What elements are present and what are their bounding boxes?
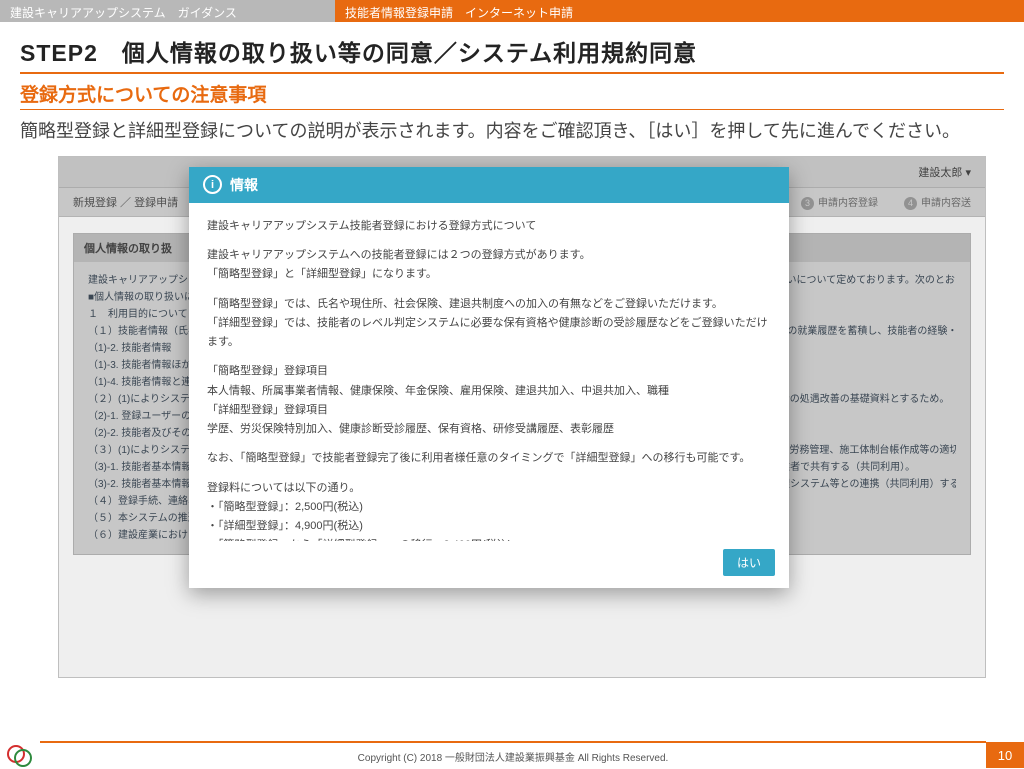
yes-button[interactable]: はい [723, 549, 775, 576]
info-icon: i [203, 175, 222, 194]
modal-body: 建設キャリアアップシステム技能者登録における登録方式について建設キャリアアップシ… [189, 203, 789, 541]
user-menu[interactable]: 建設太郎 ▾ [918, 164, 971, 180]
topbar-right: 技能者情報登録申請 インターネット申請 [335, 0, 1024, 22]
modal-paragraph: 建設キャリアアップシステム技能者登録における登録方式について [207, 217, 771, 236]
page-number: 10 [986, 742, 1024, 768]
lead-text: 簡略型登録と詳細型登録についての説明が表示されます。内容をご確認頂き、［はい］を… [20, 118, 1004, 146]
sub-title: 登録方式についての注意事項 [20, 80, 1004, 110]
wizard-step: 3 申請内容登録 [801, 194, 878, 210]
page-footer: Copyright (C) 2018 一般財団法人建設業振興基金 All Rig… [0, 742, 1024, 768]
modal-paragraph: 「簡略型登録」登録項目 本人情報、所属事業者情報、健康保険、年金保険、雇用保険、… [207, 362, 771, 439]
wizard-step: 4 申請内容送 [904, 194, 971, 210]
step-num-icon: 3 [801, 197, 814, 210]
modal-paragraph: なお、「簡略型登録」で技能者登録完了後に利用者様任意のタイミングで「詳細型登録」… [207, 449, 771, 468]
modal-title: 情報 [230, 175, 258, 195]
topbar-left: 建設キャリアアップシステム ガイダンス [0, 0, 335, 22]
step-title: STEP2 個人情報の取り扱い等の同意／システム利用規約同意 [20, 34, 1004, 74]
modal-footer: はい [189, 541, 789, 588]
info-modal: i 情報 建設キャリアアップシステム技能者登録における登録方式について建設キャリ… [189, 167, 789, 588]
modal-paragraph: 登録料については以下の通り。 ・「簡略型登録」：2,500円(税込) ・「詳細型… [207, 479, 771, 541]
step-label: 申請内容登録 [818, 198, 878, 209]
step-label: 申請内容送 [921, 198, 971, 209]
footer-logo [0, 742, 40, 768]
modal-paragraph: 「簡略型登録」では、氏名や現住所、社会保険、建退共制度への加入の有無などをご登録… [207, 295, 771, 353]
modal-header: i 情報 [189, 167, 789, 203]
embedded-screenshot: 建設太郎 ▾ 新規登録 ／ 登録申請 1利用規約同意 3申請内容登録 4申請内容… [58, 156, 986, 678]
step-num-icon: 4 [904, 197, 917, 210]
breadcrumb: 新規登録 ／ 登録申請 [73, 194, 178, 210]
modal-paragraph: 建設キャリアアップシステムへの技能者登録には２つの登録方式があります。 「簡略型… [207, 246, 771, 285]
copyright: Copyright (C) 2018 一般財団法人建設業振興基金 All Rig… [40, 741, 986, 769]
top-bar: 建設キャリアアップシステム ガイダンス 技能者情報登録申請 インターネット申請 [0, 0, 1024, 22]
